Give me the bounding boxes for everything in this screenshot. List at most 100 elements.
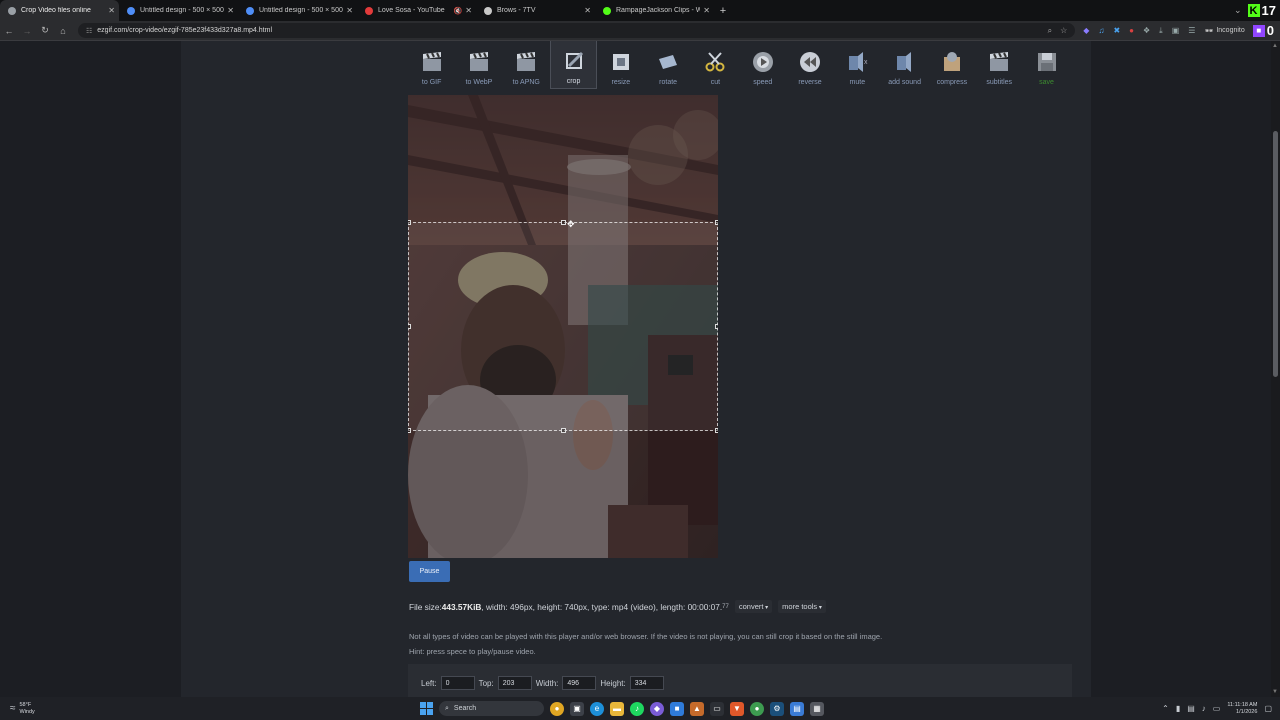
start-button[interactable] [420, 702, 433, 715]
close-icon[interactable]: ✕ [108, 6, 115, 15]
tab-title: RampageJackson Clips - Watch [616, 7, 701, 14]
home-icon[interactable]: ⌂ [54, 26, 72, 36]
battery-icon[interactable]: ▭ [1213, 704, 1221, 713]
browser-tab[interactable]: Untitled design - 500 × 500px ✕ [119, 0, 238, 21]
browser-tab[interactable]: RampageJackson Clips - Watch✕ [595, 0, 714, 21]
app-icon[interactable]: ◆ [650, 701, 664, 716]
app-icon[interactable]: ▦ [810, 701, 824, 716]
file-explorer-icon[interactable]: ▬ [610, 701, 624, 716]
crop-handle-top-right[interactable] [715, 220, 718, 225]
browser-address-bar: ← → ↻ ⌂ ☷ ezgif.com/crop-video/ezgif-785… [0, 21, 1280, 41]
pause-button[interactable]: Pause [409, 561, 450, 582]
tool-add-sound[interactable]: add sound [881, 41, 928, 89]
browser-tab[interactable]: Love Sosa - YouTube 🔇 ✕ [357, 0, 476, 21]
tool-rotate[interactable]: rotate [644, 41, 691, 89]
vlc-icon[interactable]: ▲ [690, 701, 704, 716]
top-input[interactable] [497, 676, 532, 690]
page-scrollbar[interactable]: ▲ ▼ [1271, 41, 1280, 697]
url-field[interactable]: ☷ ezgif.com/crop-video/ezgif-785e23f433d… [78, 23, 1076, 38]
close-icon[interactable]: ✕ [227, 6, 234, 15]
extension-icon[interactable]: ♫ [1098, 26, 1104, 35]
more-tools-dropdown[interactable]: more tools [778, 600, 826, 613]
tool-save[interactable]: save [1023, 41, 1070, 89]
taskbar-search[interactable]: ⌕ Search [439, 701, 544, 716]
weather-widget[interactable]: ≈ 58°F Windy [0, 702, 200, 716]
forward-arrow-icon[interactable]: → [18, 26, 36, 36]
tab-favicon-icon [603, 6, 611, 15]
tool-to-webp[interactable]: to WebP [455, 41, 502, 89]
search-label: Search [453, 705, 477, 712]
left-input[interactable] [440, 676, 475, 690]
edge-icon[interactable]: e [590, 701, 604, 716]
tab-muted-icon[interactable]: 🔇 [454, 7, 463, 15]
download-icon[interactable]: ⤓ [1159, 26, 1163, 36]
crop-selection-box[interactable]: ✥ [408, 219, 718, 433]
task-view-icon[interactable]: ▣ [570, 701, 584, 716]
crop-handle-bottom[interactable] [561, 428, 566, 433]
width-input[interactable] [562, 676, 597, 690]
extension-icon[interactable]: ✖ [1113, 26, 1120, 35]
crop-handle-bottom-right[interactable] [715, 428, 718, 433]
tool-resize[interactable]: resize [597, 41, 644, 89]
browser-tab[interactable]: Untitled design - 500 × 500px ✕ [238, 0, 357, 21]
close-icon[interactable]: ✕ [465, 6, 472, 15]
tool-mute[interactable]: x mute [834, 41, 881, 89]
terminal-icon[interactable]: ▭ [710, 701, 724, 716]
tab-search-icon[interactable]: ▣ [1172, 26, 1180, 35]
zoom-icon[interactable]: ⌕ [1048, 26, 1052, 36]
photos-icon[interactable]: ■ [670, 701, 684, 716]
crop-handle-bottom-left[interactable] [408, 428, 411, 433]
chrome-icon[interactable]: ● [550, 701, 564, 716]
steam-icon[interactable]: ⚙ [770, 701, 784, 716]
browser-tab[interactable]: Crop Video files online ✕ [0, 0, 119, 21]
clock[interactable]: 11:11:18 AM 1/1/2026 [1227, 702, 1257, 716]
tool-speed[interactable]: speed [739, 41, 786, 89]
crop-handle-top[interactable] [561, 220, 566, 225]
network-icon[interactable]: ▤ [1187, 704, 1195, 713]
spotify-icon[interactable]: ♪ [630, 701, 644, 716]
extension-icon[interactable]: ◆ [1083, 26, 1089, 35]
brave-icon[interactable]: ▼ [730, 701, 744, 716]
wind-icon: ≈ [10, 703, 16, 714]
new-tab-icon[interactable]: + [714, 5, 732, 17]
clapperboard-icon [986, 49, 1012, 75]
scrollbar-thumb[interactable] [1273, 131, 1278, 377]
crop-handle-top-left[interactable] [408, 220, 411, 225]
extensions-puzzle-icon[interactable]: ❖ [1143, 26, 1150, 35]
tab-list-icon[interactable]: ⌄ [1234, 5, 1242, 16]
chrome-icon[interactable]: ● [750, 701, 764, 716]
chevron-up-icon[interactable]: ⌃ [1162, 704, 1169, 713]
tool-crop[interactable]: crop [549, 41, 598, 89]
reload-icon[interactable]: ↻ [36, 25, 54, 36]
tool-to-gif[interactable]: to GIF [408, 41, 455, 89]
tool-label: resize [611, 79, 631, 86]
close-icon[interactable]: ✕ [584, 6, 591, 15]
resize-icon [608, 49, 634, 75]
crop-handle-left[interactable] [408, 324, 411, 329]
close-icon[interactable]: ✕ [703, 6, 710, 15]
microphone-icon[interactable]: ▮ [1176, 704, 1180, 713]
incognito-indicator[interactable]: 🕶 Incognito [1204, 27, 1244, 35]
crop-handle-right[interactable] [715, 324, 718, 329]
tool-compress[interactable]: compress [928, 41, 975, 89]
notifications-icon[interactable]: ▢ [1264, 704, 1272, 713]
bookmark-star-icon[interactable]: ☆ [1060, 26, 1067, 35]
extension-icon[interactable]: ● [1129, 26, 1134, 35]
app-icon[interactable]: ▤ [790, 701, 804, 716]
site-info-icon[interactable]: ☷ [86, 27, 92, 35]
browser-tab[interactable]: Brows - 7TV ✕ [476, 0, 595, 21]
video-preview[interactable]: ✥ [408, 95, 718, 558]
tool-reverse[interactable]: reverse [786, 41, 833, 89]
cast-icon[interactable]: ☰ [1188, 26, 1195, 35]
tool-label: save [1039, 79, 1054, 86]
tool-subtitles[interactable]: subtitles [976, 41, 1023, 89]
back-arrow-icon[interactable]: ← [0, 26, 18, 36]
scroll-down-icon[interactable]: ▼ [1272, 689, 1278, 695]
close-icon[interactable]: ✕ [346, 6, 353, 15]
tool-to-apng[interactable]: to APNG [503, 41, 550, 89]
convert-dropdown[interactable]: convert [734, 600, 773, 613]
tool-cut[interactable]: cut [692, 41, 739, 89]
height-input[interactable] [629, 676, 664, 690]
scroll-up-icon[interactable]: ▲ [1272, 43, 1278, 49]
volume-icon[interactable]: ♪ [1202, 704, 1206, 713]
